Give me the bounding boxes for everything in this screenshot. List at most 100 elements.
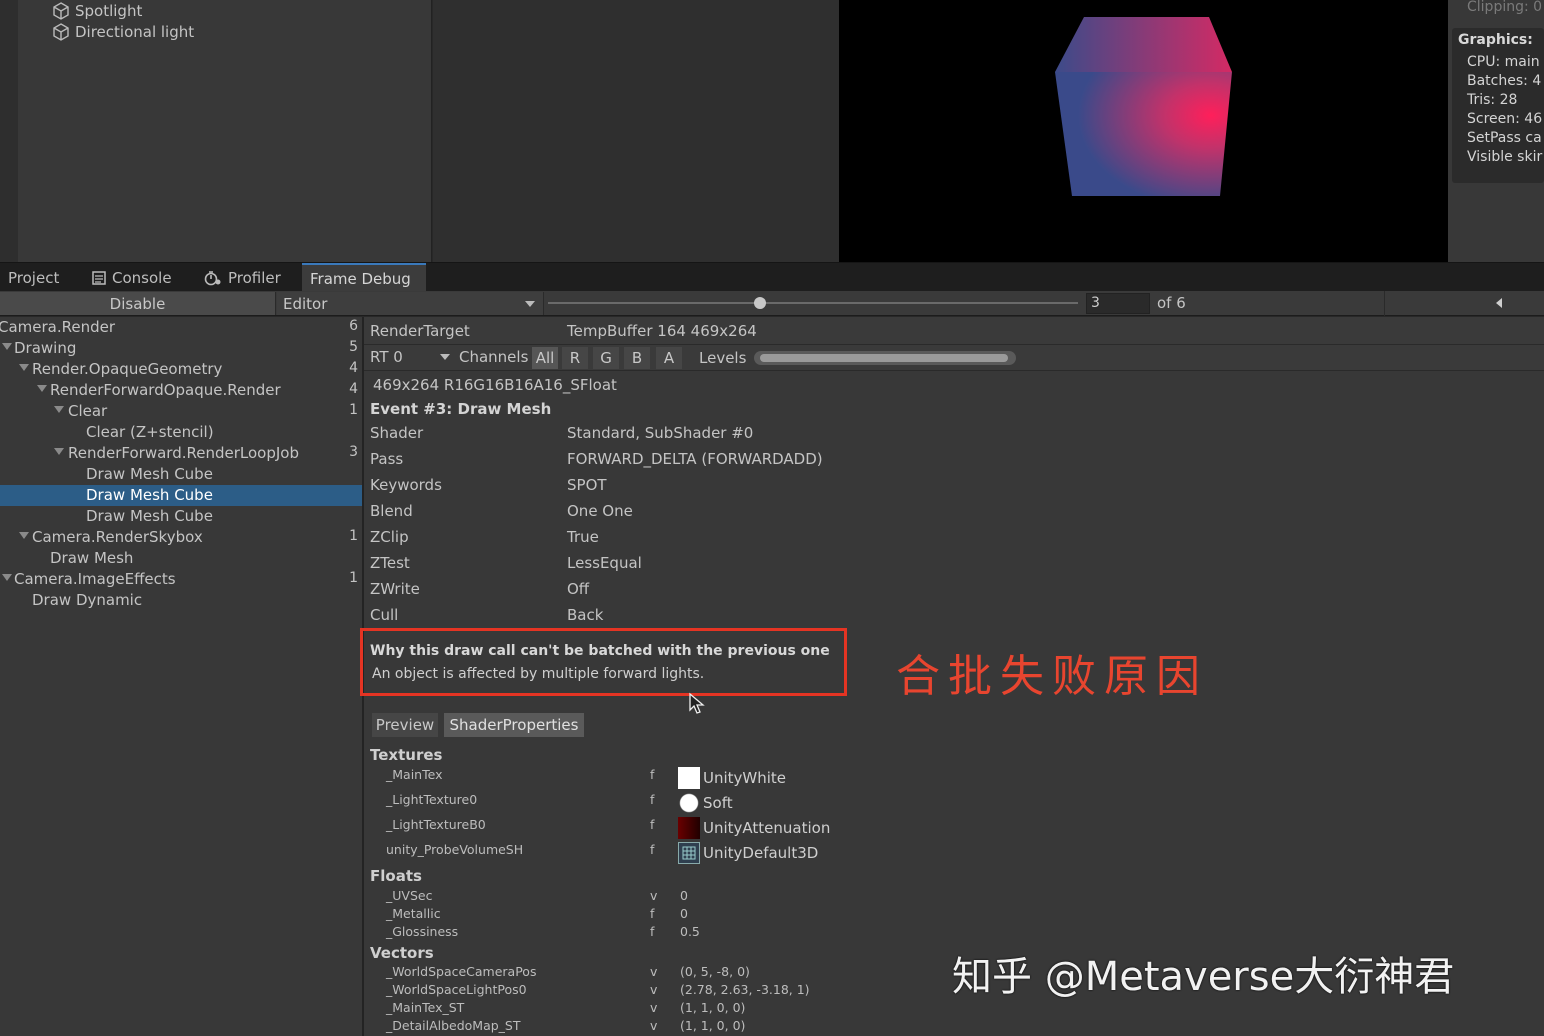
- levels-range-slider[interactable]: [754, 351, 1016, 365]
- prop-key: Blend: [370, 502, 413, 520]
- expand-arrow-icon[interactable]: [2, 574, 12, 581]
- tree-row[interactable]: Render.OpaqueGeometry 4: [0, 359, 362, 380]
- prop-key: ZWrite: [370, 580, 420, 598]
- cube-top-face: [1055, 17, 1232, 72]
- event-slider-thumb[interactable]: [754, 297, 766, 309]
- tree-row[interactable]: Draw Mesh Cube: [0, 464, 362, 485]
- tree-row-count: 3: [349, 444, 358, 460]
- tree-row-label: Camera.RenderSkybox: [32, 528, 203, 546]
- expand-arrow-icon[interactable]: [54, 448, 64, 455]
- texture-stage: f: [650, 767, 655, 782]
- vector-name: _MainTex_ST: [386, 1000, 465, 1015]
- disable-button[interactable]: Disable: [0, 292, 276, 315]
- tree-row-label: Draw Dynamic: [32, 591, 143, 609]
- tree-row[interactable]: Clear 1: [0, 401, 362, 422]
- texture-name: _LightTextureB0: [386, 817, 486, 832]
- console-icon: [92, 270, 106, 285]
- expand-arrow-icon[interactable]: [19, 532, 29, 539]
- texture-value: Soft: [703, 794, 733, 812]
- frame-debugger-toolbar: Disable Editor 3 of 6: [0, 291, 1544, 316]
- tree-row[interactable]: Clear (Z+stencil): [0, 422, 362, 443]
- tree-row[interactable]: RenderForwardOpaque.Render 4: [0, 380, 362, 401]
- tree-row-count: 4: [349, 381, 358, 397]
- tree-row-label: Clear (Z+stencil): [86, 423, 214, 441]
- expand-arrow-icon[interactable]: [54, 406, 64, 413]
- stats-panel: Clipping: 0 Graphics: CPU: main Batches:…: [1448, 0, 1544, 262]
- rt-label: RT 0: [370, 348, 403, 366]
- preview-tab[interactable]: Preview: [372, 713, 438, 737]
- tree-row[interactable]: Draw Dynamic: [0, 590, 362, 611]
- vector-name: _WorldSpaceCameraPos: [386, 964, 537, 979]
- tree-row-label: Camera.ImageEffects: [14, 570, 176, 588]
- vector-name: _DetailAlbedoMap_ST: [386, 1018, 521, 1033]
- tree-row-count: 6: [349, 318, 358, 334]
- tree-row-label: Drawing: [14, 339, 77, 357]
- tree-row-label: Clear: [68, 402, 108, 420]
- prop-key: Pass: [370, 450, 404, 468]
- profiler-icon: [204, 270, 221, 285]
- prop-key: Keywords: [370, 476, 442, 494]
- texture-thumb-white: [678, 767, 700, 789]
- tab-frame-debug[interactable]: Frame Debug: [302, 263, 426, 292]
- float-value: 0: [680, 906, 688, 921]
- tree-row[interactable]: RenderForward.RenderLoopJob 3: [0, 443, 362, 464]
- channel-all-toggle[interactable]: All: [532, 347, 558, 369]
- stat-line: Tris: 28: [1467, 92, 1518, 108]
- channel-b-toggle[interactable]: B: [624, 347, 650, 369]
- tree-row-count: 4: [349, 360, 358, 376]
- tree-row[interactable]: Camera.Render 6: [0, 317, 362, 338]
- tree-row[interactable]: Camera.RenderSkybox 1: [0, 527, 362, 548]
- expand-arrow-icon[interactable]: [2, 343, 12, 350]
- previous-event-icon[interactable]: [1496, 298, 1502, 308]
- tree-row[interactable]: Draw Mesh Cube: [0, 506, 362, 527]
- texture-value: UnityDefault3D: [703, 844, 819, 862]
- tree-row-label: Draw Mesh Cube: [86, 486, 213, 504]
- prop-value: Back: [567, 606, 604, 624]
- float-stage: f: [650, 924, 655, 939]
- vector-stage: v: [650, 1000, 658, 1015]
- format-label: 469x264 R16G16B16A16_SFloat: [373, 376, 617, 394]
- clipping-label: Clipping: 0: [1467, 0, 1543, 15]
- tree-row[interactable]: Draw Mesh: [0, 548, 362, 569]
- hierarchy-gutter: [0, 0, 18, 262]
- texture-name: _LightTexture0: [386, 792, 478, 807]
- annotation-highlight-box: [360, 628, 847, 696]
- cube-front-face: [1055, 72, 1232, 196]
- float-stage: v: [650, 888, 658, 903]
- tab-label: Frame Debug: [310, 269, 411, 288]
- window-tab-bar: Project Console Profiler Frame Debug: [0, 262, 1544, 292]
- vectors-heading: Vectors: [370, 944, 434, 962]
- tab-profiler[interactable]: Profiler: [196, 263, 292, 292]
- chevron-down-icon[interactable]: [440, 354, 450, 360]
- tab-console[interactable]: Console: [84, 263, 184, 292]
- prop-key: Cull: [370, 606, 399, 624]
- tab-project[interactable]: Project: [0, 263, 70, 292]
- tree-row[interactable]: Camera.ImageEffects 1: [0, 569, 362, 590]
- tree-row-selected[interactable]: Draw Mesh Cube: [0, 485, 362, 506]
- shader-properties-tab[interactable]: ShaderProperties: [444, 713, 584, 737]
- tree-row-label: RenderForward.RenderLoopJob: [68, 444, 299, 462]
- graphics-label: Graphics:: [1458, 32, 1533, 48]
- target-dropdown[interactable]: Editor: [277, 292, 544, 315]
- rt-dropdown[interactable]: RT 0: [370, 348, 403, 366]
- tab-label: Project: [8, 268, 60, 287]
- hierarchy-item-spotlight[interactable]: Spotlight: [52, 2, 142, 20]
- game-view[interactable]: [839, 0, 1448, 262]
- expand-arrow-icon[interactable]: [19, 364, 29, 371]
- vector-stage: v: [650, 964, 658, 979]
- texture-stage: f: [650, 817, 655, 832]
- texture-thumb-attenuation: [678, 817, 700, 839]
- event-index-field[interactable]: 3: [1086, 293, 1150, 314]
- hierarchy-item-directional-light[interactable]: Directional light: [52, 23, 194, 41]
- render-target-value: TempBuffer 164 469x264: [567, 322, 757, 340]
- channel-a-toggle[interactable]: A: [656, 347, 682, 369]
- tree-row[interactable]: Drawing 5: [0, 338, 362, 359]
- texture-stage: f: [650, 842, 655, 857]
- tab-label: Console: [112, 268, 172, 287]
- event-slider-track[interactable]: [548, 302, 1078, 304]
- channel-g-toggle[interactable]: G: [593, 347, 619, 369]
- tree-row-label: Render.OpaqueGeometry: [32, 360, 223, 378]
- channel-r-toggle[interactable]: R: [562, 347, 588, 369]
- expand-arrow-icon[interactable]: [37, 385, 47, 392]
- prop-value: Off: [567, 580, 590, 598]
